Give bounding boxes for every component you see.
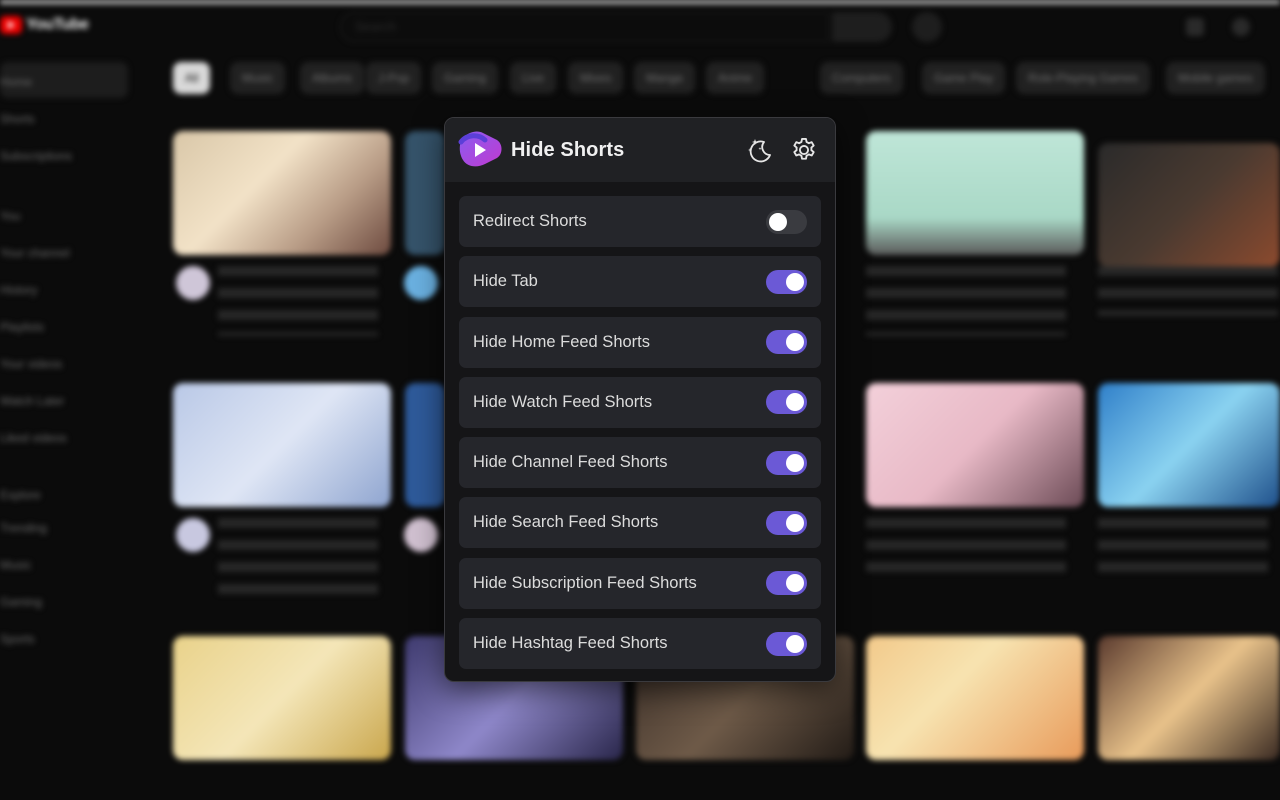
chip-mobile-games[interactable]: Mobile games xyxy=(1166,62,1265,94)
sidebar-item[interactable]: Subscriptions xyxy=(0,149,72,167)
chip-music[interactable]: Music xyxy=(230,62,286,94)
sidebar-item[interactable]: Gaming xyxy=(0,595,42,613)
chip-anime[interactable]: Anime xyxy=(706,62,765,94)
settings-list: Redirect Shorts Hide Tab Hide Home Feed Sh… xyxy=(445,182,835,670)
chip-live[interactable]: Live xyxy=(510,62,557,94)
setting-toggle[interactable] xyxy=(766,450,807,475)
setting-row-redirect-shorts: Redirect Shorts xyxy=(459,196,821,247)
popup-header: Hide Shorts xyxy=(445,118,835,182)
video-thumbnail[interactable] xyxy=(866,636,1084,760)
channel-avatar[interactable] xyxy=(176,266,210,300)
gear-icon xyxy=(793,137,815,160)
video-meta-placeholder xyxy=(1098,518,1268,574)
chip-albums[interactable]: Albums xyxy=(300,62,365,94)
setting-toggle[interactable] xyxy=(766,209,807,234)
video-thumbnail[interactable] xyxy=(866,383,1084,507)
channel-avatar[interactable] xyxy=(176,518,210,552)
youtube-logo-text: YouTube xyxy=(26,16,89,33)
create-icon[interactable] xyxy=(1186,18,1204,36)
toggle-knob xyxy=(786,574,804,593)
video-thumbnail[interactable] xyxy=(173,383,391,507)
sidebar-item[interactable]: Watch Later xyxy=(0,394,64,412)
setting-label: Hide Hashtag Feed Shorts xyxy=(473,634,668,653)
popup-title: Hide Shorts xyxy=(511,138,625,161)
youtube-search-input[interactable]: Search xyxy=(340,12,828,42)
youtube-logo[interactable]: YouTube xyxy=(0,16,89,34)
setting-row-hide-watch-feed-shorts: Hide Watch Feed Shorts xyxy=(459,376,821,428)
hide-shorts-popup: Hide Shorts Redirect Shorts Hide Tab Hide … xyxy=(444,117,836,682)
chip-gaming[interactable]: Gaming xyxy=(432,62,499,94)
setting-label: Hide Watch Feed Shorts xyxy=(473,392,653,411)
chip-mixes[interactable]: Mixes xyxy=(568,62,624,94)
toggle-knob xyxy=(786,634,804,653)
sidebar-item[interactable]: Shorts xyxy=(0,112,35,130)
setting-toggle[interactable] xyxy=(766,390,807,415)
moon-stars-icon xyxy=(748,139,771,163)
toggle-knob xyxy=(786,453,804,472)
chip-j-pop[interactable]: J-Pop xyxy=(366,62,422,94)
settings-button[interactable] xyxy=(787,133,821,167)
toggle-knob xyxy=(769,212,787,231)
channel-avatar[interactable] xyxy=(404,266,438,300)
chip-role-playing-games[interactable]: Role-Playing Games xyxy=(1016,62,1151,94)
hide-shorts-logo-icon xyxy=(457,130,503,170)
video-thumbnail[interactable] xyxy=(1098,383,1280,507)
video-thumbnail[interactable] xyxy=(1098,636,1280,760)
sidebar-item[interactable]: Liked videos xyxy=(0,431,67,449)
theme-toggle-button[interactable] xyxy=(743,133,777,167)
sidebar-item[interactable]: Your videos xyxy=(0,357,62,375)
video-meta-placeholder xyxy=(1098,266,1278,316)
setting-row-hide-tab: Hide Tab xyxy=(459,256,821,308)
video-thumbnail[interactable] xyxy=(1098,143,1280,267)
youtube-play-icon xyxy=(0,16,22,34)
browser-edge xyxy=(0,0,1280,4)
setting-label: Hide Subscription Feed Shorts xyxy=(473,573,697,592)
toggle-knob xyxy=(786,272,804,291)
video-meta-placeholder xyxy=(866,518,1066,574)
sidebar-item[interactable]: History xyxy=(0,283,37,301)
sidebar-item[interactable]: Your channel xyxy=(0,246,70,264)
setting-label: Hide Tab xyxy=(473,272,538,291)
toggle-knob xyxy=(786,513,804,532)
sidebar-item[interactable]: Sports xyxy=(0,632,35,650)
sidebar-item[interactable]: Home xyxy=(0,75,32,93)
channel-avatar[interactable] xyxy=(404,518,438,552)
video-thumbnail[interactable] xyxy=(866,131,1084,255)
search-button[interactable] xyxy=(832,12,892,42)
setting-label: Redirect Shorts xyxy=(473,212,587,230)
sidebar-item[interactable]: Playlists xyxy=(0,320,44,338)
setting-toggle[interactable] xyxy=(766,330,807,355)
sidebar-item[interactable]: Explore xyxy=(0,488,41,506)
chip-computers[interactable]: Computers xyxy=(820,62,903,94)
setting-label: Hide Channel Feed Shorts xyxy=(473,453,668,472)
video-thumbnail[interactable] xyxy=(405,383,445,507)
setting-toggle[interactable] xyxy=(766,631,807,656)
setting-label: Hide Search Feed Shorts xyxy=(473,513,659,532)
setting-row-hide-channel-feed-shorts: Hide Channel Feed Shorts xyxy=(459,437,821,489)
setting-toggle[interactable] xyxy=(766,269,807,294)
video-meta-placeholder xyxy=(218,266,378,336)
chip-all[interactable]: All xyxy=(173,62,211,94)
video-thumbnail[interactable] xyxy=(173,636,391,760)
setting-toggle[interactable] xyxy=(766,510,807,535)
toggle-knob xyxy=(786,333,804,352)
setting-row-hide-search-feed-shorts: Hide Search Feed Shorts xyxy=(459,497,821,549)
setting-toggle[interactable] xyxy=(766,571,807,596)
sidebar-item[interactable]: Trending xyxy=(0,521,47,539)
video-meta-placeholder xyxy=(218,518,378,598)
setting-row-hide-home-feed-shorts: Hide Home Feed Shorts xyxy=(459,316,821,368)
sidebar-item[interactable]: Music xyxy=(0,558,31,576)
video-meta-placeholder xyxy=(866,266,1066,336)
video-thumbnail[interactable] xyxy=(405,131,445,255)
chip-manga[interactable]: Manga xyxy=(634,62,695,94)
video-thumbnail[interactable] xyxy=(173,131,391,255)
toggle-knob xyxy=(786,393,804,412)
mic-icon[interactable] xyxy=(912,12,942,42)
setting-row-hide-hashtag-feed-shorts: Hide Hashtag Feed Shorts xyxy=(459,618,821,670)
setting-row-hide-subscription-feed-shorts: Hide Subscription Feed Shorts xyxy=(459,557,821,609)
notifications-icon[interactable] xyxy=(1232,18,1250,36)
setting-label: Hide Home Feed Shorts xyxy=(473,332,650,351)
chip-game-play[interactable]: Game Play xyxy=(922,62,1006,94)
sidebar-item[interactable]: You xyxy=(0,209,20,227)
